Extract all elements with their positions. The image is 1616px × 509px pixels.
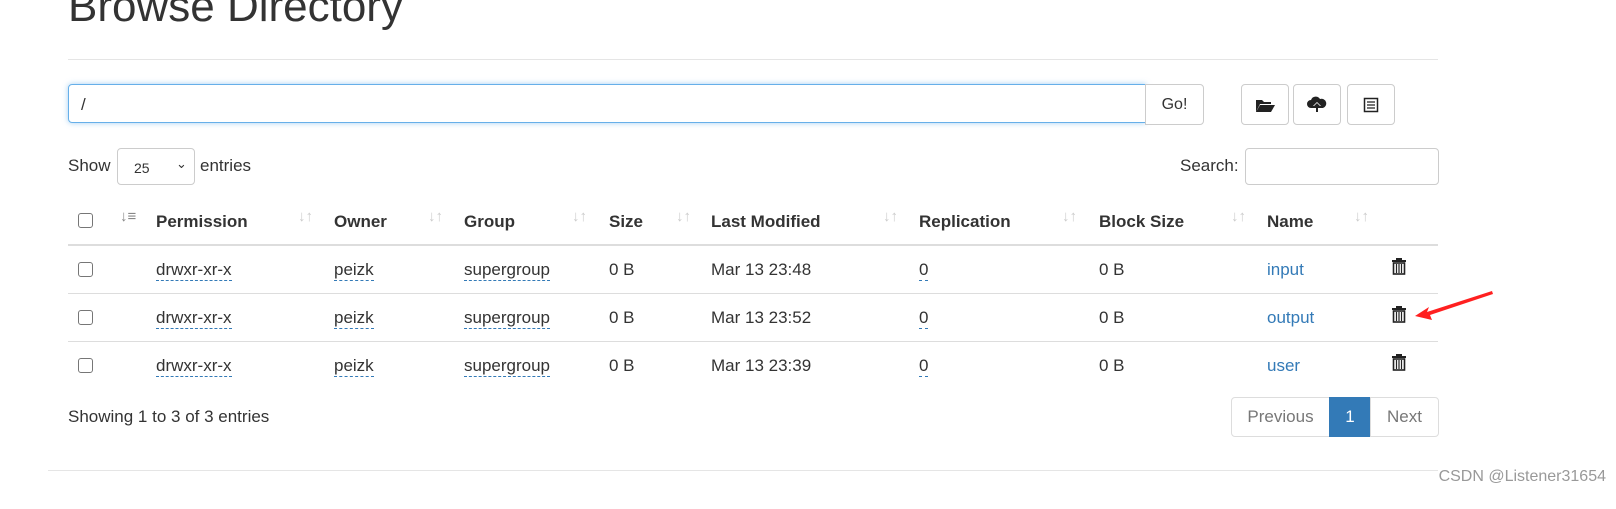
search-label: Search: <box>1180 156 1239 175</box>
cut-paste-button[interactable] <box>1347 84 1395 125</box>
divider <box>68 59 1438 60</box>
sort-icon[interactable]: ↓↑ <box>298 208 313 225</box>
next-page-button[interactable]: Next <box>1370 397 1439 437</box>
column-permission[interactable]: Permission <box>156 212 248 232</box>
owner-cell[interactable]: peizk <box>334 260 374 281</box>
sort-icon[interactable]: ↓↑ <box>1231 208 1246 225</box>
sort-icon[interactable]: ↓↑ <box>572 208 587 225</box>
column-last-modified[interactable]: Last Modified <box>711 212 821 232</box>
row-divider <box>68 341 1438 342</box>
replication-cell[interactable]: 0 <box>919 260 929 281</box>
page-title: Browse Directory <box>68 0 403 31</box>
block-size-cell: 0 B <box>1099 356 1125 375</box>
sort-icon[interactable]: ↓↑ <box>676 208 691 225</box>
row-checkbox[interactable] <box>78 358 93 373</box>
block-size-cell: 0 B <box>1099 308 1125 327</box>
group-cell[interactable]: supergroup <box>464 260 551 281</box>
header-divider <box>68 244 1438 246</box>
replication-cell[interactable]: 0 <box>919 356 929 377</box>
upload-button[interactable] <box>1293 84 1341 125</box>
select-all-checkbox[interactable] <box>78 213 93 228</box>
annotation-arrow <box>1415 291 1493 320</box>
cloud-upload-icon <box>1307 96 1327 112</box>
folder-open-icon <box>1256 99 1275 112</box>
column-name[interactable]: Name <box>1267 212 1313 232</box>
list-icon <box>1363 97 1379 112</box>
footer-divider <box>48 470 1438 471</box>
sort-icon[interactable]: ↓↑ <box>1062 208 1077 225</box>
trash-icon[interactable] <box>1391 353 1407 371</box>
search-input[interactable] <box>1245 148 1439 185</box>
row-checkbox[interactable] <box>78 310 93 325</box>
entries-label: entries <box>200 156 252 175</box>
create-directory-button[interactable] <box>1241 84 1289 125</box>
sort-icon[interactable]: ↓↑ <box>428 208 443 225</box>
last-modified-cell: Mar 13 23:48 <box>711 260 812 279</box>
entries-value: 25 <box>134 160 150 176</box>
size-cell: 0 B <box>609 260 635 279</box>
row-divider <box>68 293 1438 294</box>
row-checkbox[interactable] <box>78 262 93 277</box>
entries-select[interactable]: 25 ⌄ <box>117 148 195 185</box>
trash-icon[interactable] <box>1391 257 1407 275</box>
previous-page-button[interactable]: Previous <box>1231 397 1330 437</box>
page-1-button[interactable]: 1 <box>1329 397 1371 437</box>
column-block-size[interactable]: Block Size <box>1099 212 1184 232</box>
block-size-cell: 0 B <box>1099 260 1125 279</box>
go-button[interactable]: Go! <box>1145 84 1204 125</box>
last-modified-cell: Mar 13 23:39 <box>711 356 812 375</box>
owner-cell[interactable]: peizk <box>334 308 374 329</box>
group-cell[interactable]: supergroup <box>464 308 551 329</box>
watermark: CSDN @Listener31654 <box>1438 468 1606 485</box>
table-info: Showing 1 to 3 of 3 entries <box>68 407 270 426</box>
column-size[interactable]: Size <box>609 212 643 232</box>
show-label: Show <box>68 156 111 175</box>
permission-cell[interactable]: drwxr-xr-x <box>156 260 232 281</box>
column-group[interactable]: Group <box>464 212 515 232</box>
name-link[interactable]: input <box>1267 260 1304 280</box>
permission-cell[interactable]: drwxr-xr-x <box>156 356 232 377</box>
size-cell: 0 B <box>609 356 635 375</box>
group-cell[interactable]: supergroup <box>464 356 551 377</box>
sort-icon[interactable]: ↓↑ <box>1354 208 1369 225</box>
replication-cell[interactable]: 0 <box>919 308 929 329</box>
permission-cell[interactable]: drwxr-xr-x <box>156 308 232 329</box>
sort-amount-desc-icon[interactable]: ↓≡ <box>120 208 136 225</box>
sort-icon[interactable]: ↓↑ <box>883 208 898 225</box>
path-input[interactable]: / <box>68 84 1146 123</box>
chevron-down-icon: ⌄ <box>176 156 187 171</box>
name-link[interactable]: output <box>1267 308 1314 328</box>
size-cell: 0 B <box>609 308 635 327</box>
owner-cell[interactable]: peizk <box>334 356 374 377</box>
name-link[interactable]: user <box>1267 356 1300 376</box>
last-modified-cell: Mar 13 23:52 <box>711 308 812 327</box>
column-replication[interactable]: Replication <box>919 212 1011 232</box>
column-owner[interactable]: Owner <box>334 212 387 232</box>
